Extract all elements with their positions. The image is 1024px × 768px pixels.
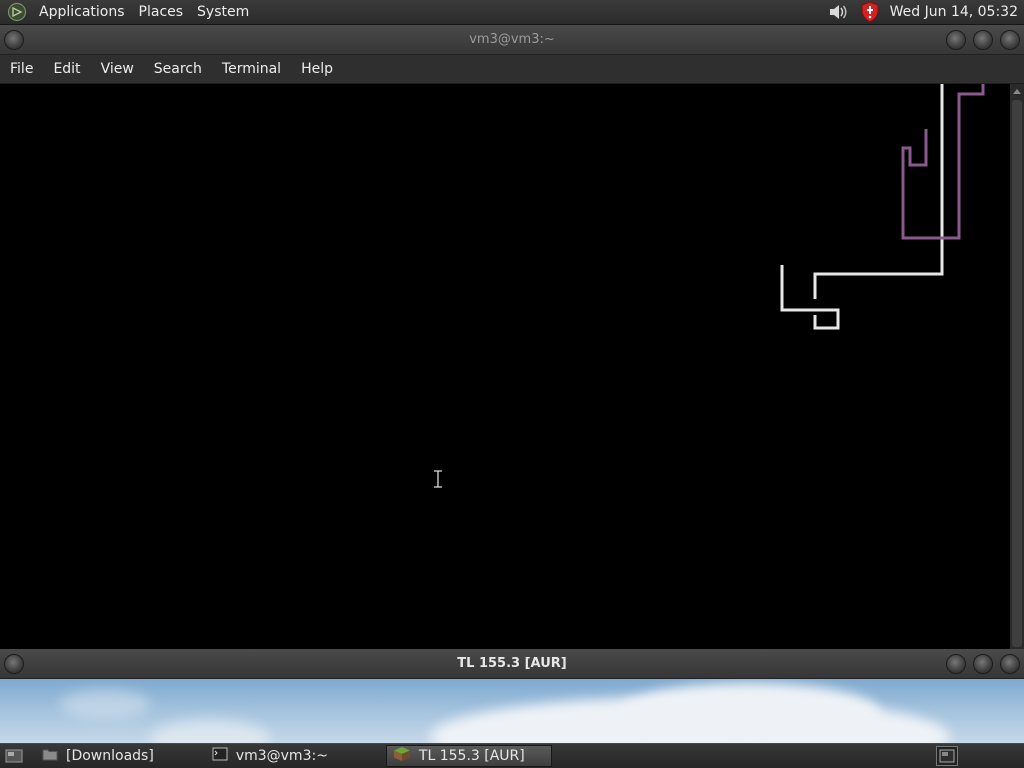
task-terminal[interactable]: vm3@vm3:~ <box>206 745 334 767</box>
task-label: [Downloads] <box>66 748 154 764</box>
terminal-icon <box>212 747 228 765</box>
terminal-window: vm3@vm3:~ File Edit View Search Terminal… <box>0 25 1024 649</box>
menu-terminal[interactable]: Terminal <box>212 61 291 77</box>
task-game[interactable]: TL 155.3 [AUR] <box>385 745 552 767</box>
menu-help[interactable]: Help <box>291 61 343 77</box>
maximize-button[interactable] <box>973 654 993 674</box>
cloud <box>60 689 150 719</box>
bottom-taskbar: [Downloads] vm3@vm3:~ TL 155.3 [AUR] <box>0 743 1024 768</box>
minimize-button[interactable] <box>946 654 966 674</box>
shield-icon[interactable] <box>858 1 882 23</box>
task-label: vm3@vm3:~ <box>235 748 328 764</box>
text-cursor-icon <box>433 470 443 488</box>
terminal-output[interactable] <box>0 84 1010 649</box>
show-desktop-icon[interactable] <box>4 747 24 765</box>
minimize-button[interactable] <box>946 30 966 50</box>
cloud <box>620 683 880 743</box>
workspace-switcher-icon[interactable] <box>936 746 958 766</box>
places-menu[interactable]: Places <box>132 0 191 25</box>
white-trail <box>813 84 944 299</box>
game-window: TL 155.3 [AUR] <box>0 649 1024 743</box>
task-label: TL 155.3 [AUR] <box>418 748 525 764</box>
task-downloads[interactable]: [Downloads] <box>36 745 160 767</box>
scroll-up-arrow-icon[interactable] <box>1010 84 1024 98</box>
scrollbar-thumb[interactable] <box>1012 100 1022 647</box>
distro-logo-icon[interactable] <box>6 1 28 23</box>
close-button[interactable] <box>1000 654 1020 674</box>
system-menu[interactable]: System <box>190 0 256 25</box>
terminal-menubar: File Edit View Search Terminal Help <box>0 55 1024 84</box>
top-panel: Applications Places System Wed Jun 14, 0… <box>0 0 1024 25</box>
game-window-title: TL 155.3 [AUR] <box>457 656 567 671</box>
maximize-button[interactable] <box>973 30 993 50</box>
game-titlebar[interactable]: TL 155.3 [AUR] <box>0 649 1024 679</box>
window-title: vm3@vm3:~ <box>469 32 555 47</box>
menu-file[interactable]: File <box>0 61 43 77</box>
folder-icon <box>42 747 58 765</box>
volume-icon[interactable] <box>826 1 850 23</box>
clock[interactable]: Wed Jun 14, 05:32 <box>890 4 1018 20</box>
menu-view[interactable]: View <box>91 61 144 77</box>
applications-menu[interactable]: Applications <box>32 0 132 25</box>
menu-search[interactable]: Search <box>144 61 212 77</box>
vertical-scrollbar[interactable] <box>1010 84 1024 649</box>
game-viewport-sky[interactable] <box>0 679 1024 743</box>
grass-block-icon <box>393 746 411 766</box>
cloud <box>150 719 270 743</box>
menu-edit[interactable]: Edit <box>43 61 90 77</box>
close-button[interactable] <box>1000 30 1020 50</box>
terminal-trail-graphics <box>780 84 985 330</box>
terminal-titlebar[interactable]: vm3@vm3:~ <box>0 25 1024 55</box>
